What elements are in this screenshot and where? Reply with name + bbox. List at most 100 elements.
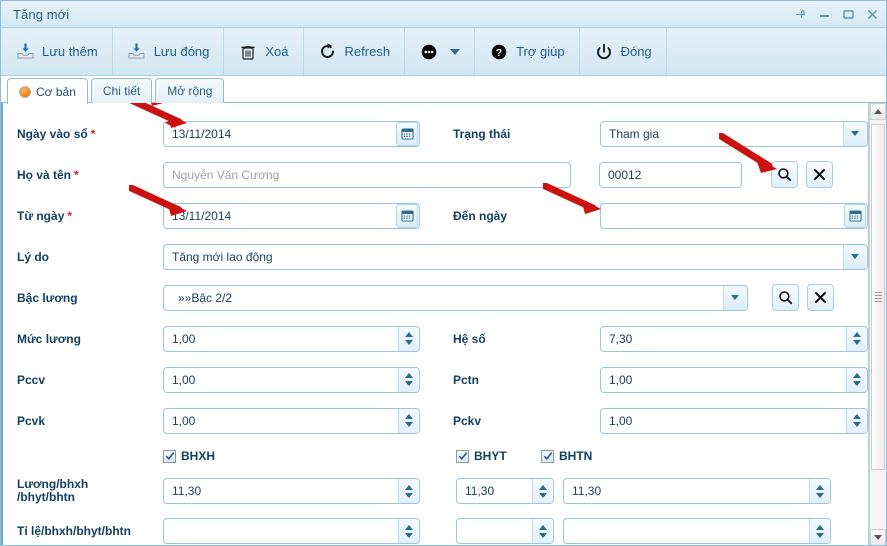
tab-bar: Cơ bản Chi tiết Mở rộng [1,76,886,104]
label-ho-va-ten: Họ và tên * [17,168,163,182]
input-ngay-vao-so[interactable]: 13/11/2014 [163,120,420,147]
input-ty-le-bhxh[interactable] [163,518,420,544]
row-ly-do: Lý do Tăng mới lao động [3,236,868,277]
input-ty-le-bhtn[interactable] [563,518,831,544]
input-pccv[interactable]: 1,00 [163,366,420,393]
spinner-pcvk[interactable] [398,408,418,433]
input-tu-ngay[interactable]: 13/11/2014 [163,202,420,229]
checkbox-bhxh-label: BHXH [181,449,216,463]
refresh-label: Refresh [344,44,391,59]
scrollbar-track[interactable] [870,120,886,529]
input-den-ngay[interactable] [600,202,868,229]
tab-mo-rong[interactable]: Mở rộng [155,78,225,103]
checkbox-checked-icon [163,449,176,463]
save-close-button[interactable]: Lưu đóng [113,28,225,75]
select-bac-luong[interactable]: »»Bậc 2/2 [163,284,748,311]
tab-mo-rong-label: Mở rộng [167,84,213,98]
row-ty-le: Tỉ lệ/bhxh/bhyt/bhtn [3,511,868,545]
input-pckv[interactable]: 1,00 [600,407,868,434]
input-pccv-value: 1,00 [172,372,196,387]
spinner-ty-le-bhxh[interactable] [398,519,418,543]
required-marker: * [67,208,73,223]
more-options-button[interactable] [405,28,476,75]
spinner-ty-le-bhtn[interactable] [809,519,829,543]
spinner-luong-bhyt[interactable] [532,479,552,503]
save-close-label: Lưu đóng [153,44,210,59]
chevron-down-icon[interactable] [450,48,461,55]
input-he-so[interactable]: 7,30 [600,325,868,352]
label-luong-bhxh-line2: /bhyt/bhtn [17,490,75,504]
close-button[interactable]: Đóng [580,28,667,75]
close-icon[interactable] [865,7,880,22]
label-pctn: Pctn [453,372,480,387]
spinner-luong-bhtn[interactable] [809,479,829,503]
refresh-button[interactable]: Refresh [304,28,406,75]
chevron-down-icon[interactable] [723,285,746,310]
spinner-muc-luong[interactable] [398,326,418,351]
maximize-icon[interactable] [841,7,856,22]
label-pckv: Pckv [453,413,482,428]
input-ma-nhan-vien-value: 00012 [608,167,642,182]
input-pctn[interactable]: 1,00 [600,366,868,393]
input-luong-bhyt[interactable]: 11,30 [456,478,554,504]
help-label: Trợ giúp [516,44,565,59]
calendar-icon[interactable] [844,203,866,228]
row-tu-ngay: Từ ngày * 13/11/2014 Đến ngày [3,195,868,236]
minimize-icon[interactable] [817,7,832,22]
select-trang-thai[interactable]: Tham gia [600,120,868,147]
checkbox-bhtn[interactable]: BHTN [541,449,592,463]
label-den-ngay: Đến ngày [453,208,508,223]
label-ho-va-ten-text: Họ và tên [17,167,72,182]
checkbox-bhyt[interactable]: BHYT [456,449,541,463]
save-add-icon [15,42,35,62]
chevron-down-icon[interactable] [843,244,866,269]
scrollbar-thumb[interactable] [871,124,885,470]
toolbar-filler [667,28,886,75]
calendar-icon[interactable] [396,203,418,228]
delete-button[interactable]: Xoá [224,28,304,75]
spinner-luong-bhxh[interactable] [398,479,418,503]
input-muc-luong[interactable]: 1,00 [163,325,420,352]
input-luong-bhyt-value: 11,30 [465,484,495,498]
input-pcvk-value: 1,00 [172,413,196,428]
input-ma-nhan-vien[interactable]: 00012 [599,161,742,188]
input-ty-le-bhyt[interactable] [456,518,554,544]
tab-chi-tiet[interactable]: Chi tiết [90,78,153,103]
input-pcvk[interactable]: 1,00 [163,407,420,434]
input-luong-bhxh-value: 11,30 [172,484,202,498]
spinner-pccv[interactable] [398,367,418,392]
input-pctn-value: 1,00 [609,372,633,387]
help-button[interactable]: ? Trợ giúp [475,28,580,75]
trash-icon [238,42,258,62]
pin-icon[interactable] [793,7,808,22]
label-muc-luong: Mức lương [17,331,81,346]
vertical-scrollbar[interactable] [869,103,886,545]
tab-co-ban-label: Cơ bản [36,84,76,99]
input-luong-bhxh[interactable]: 11,30 [163,478,420,504]
input-ho-va-ten[interactable]: Nguyễn Văn Cương [163,161,571,188]
tab-co-ban[interactable]: Cơ bản [7,78,88,104]
refresh-icon [318,42,338,62]
tang-moi-window: Tăng mới Lưu thêm Lưu đóng Xoá Refresh ?… [0,0,887,546]
spinner-he-so[interactable] [846,326,866,351]
select-ly-do[interactable]: Tăng mới lao động [163,243,868,270]
select-ly-do-value: Tăng mới lao động [172,249,273,264]
scroll-up-button[interactable] [870,103,886,120]
scroll-down-button[interactable] [870,529,886,545]
save-add-button[interactable]: Lưu thêm [1,28,113,75]
row-insurance-checkboxes: BHXH BHYT BHTN [3,441,868,471]
calendar-icon[interactable] [396,121,418,146]
input-luong-bhtn[interactable]: 11,30 [563,478,831,504]
save-close-icon [127,42,147,62]
chevron-down-icon[interactable] [843,121,866,146]
search-employee-button[interactable] [771,161,798,188]
clear-bac-luong-button[interactable] [807,284,834,311]
spinner-ty-le-bhyt[interactable] [532,519,552,543]
search-bac-luong-button[interactable] [772,284,799,311]
clear-employee-button[interactable] [806,161,833,188]
select-trang-thai-value: Tham gia [609,126,660,141]
spinner-pctn[interactable] [846,367,866,392]
spinner-pckv[interactable] [846,408,866,433]
annotation-arrow-tabs [151,103,164,106]
checkbox-bhxh[interactable]: BHXH [163,449,456,463]
